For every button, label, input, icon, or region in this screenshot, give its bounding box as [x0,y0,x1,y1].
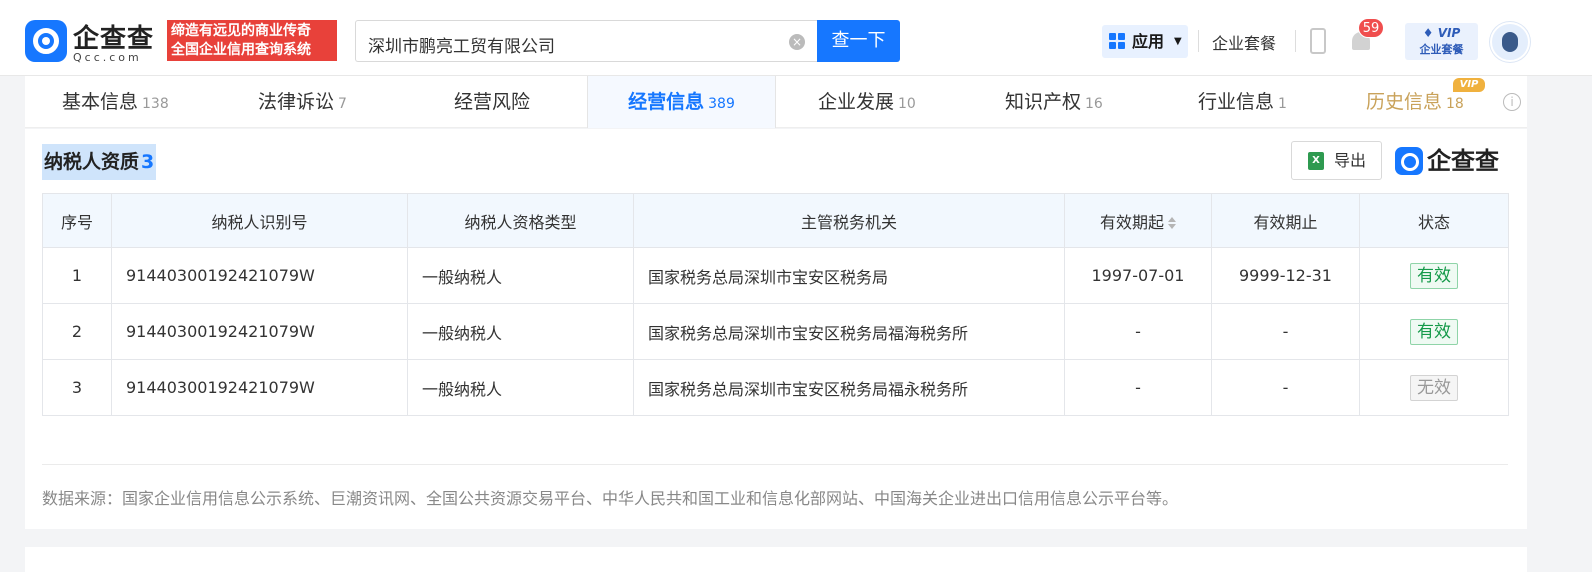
tab-operating-risk[interactable]: 经营风险 [454,76,530,128]
cell-tax-id: 91440300192421079W [111,247,408,304]
sort-icon[interactable] [1168,216,1176,229]
cell-no: 2 [42,303,112,360]
cell-status: 有效 [1359,303,1509,360]
cell-no: 1 [42,247,112,304]
logo-text: 企查查 [73,24,155,54]
col-header-no: 序号 [42,193,112,248]
cell-authority: 国家税务总局深圳市宝安区税务局 [633,247,1065,304]
vip-tag: VIP [1453,78,1485,92]
main-tab-bar: 基本信息 138 法律诉讼 7 经营风险 经营信息 389 企业发展 10 知识产权 16… [25,76,1527,128]
table-row: 2 91440300192421079W 一般纳税人 国家税务总局深圳市宝安区税… [42,303,1509,360]
col-header-type: 纳税人资格类型 [407,193,634,248]
vip-package-label: 企业套餐 [1419,43,1464,56]
tab-enterprise-development[interactable]: 企业发展 10 [818,76,916,128]
cell-start-date: - [1064,359,1212,416]
app-menu-button[interactable]: 应用 ▼ [1102,25,1188,58]
cell-end-date: - [1211,303,1360,360]
chevron-down-icon: ▼ [1174,36,1182,47]
cell-type: 一般纳税人 [407,247,634,304]
status-badge: 无效 [1410,374,1458,401]
cell-no: 3 [42,359,112,416]
user-avatar[interactable] [1490,22,1530,62]
logo-subtext: Qcc.com [73,51,142,64]
cell-tax-id: 91440300192421079W [111,359,408,416]
section-count: 3 [141,151,155,173]
table-row: 1 91440300192421079W 一般纳税人 国家税务总局深圳市宝安区税… [42,247,1509,304]
taxpayer-qualification-panel: 纳税人资质 3 X 导出 企查查 序号 纳税人识别号 纳税人资格类型 主管税务机关… [25,129,1527,529]
taxpayer-table: 序号 纳税人识别号 纳税人资格类型 主管税务机关 有效期起 有效期止 状态 1 … [42,193,1509,416]
tab-intellectual-property[interactable]: 知识产权 16 [1005,76,1103,128]
section-title-text: 纳税人资质 [44,151,140,173]
status-badge: 有效 [1410,318,1458,345]
tab-legal-litigation[interactable]: 法律诉讼 7 [258,76,347,128]
divider [42,464,1508,465]
vip-enterprise-button[interactable]: ♦ VIP 企业套餐 [1405,23,1478,60]
col-header-tax-id: 纳税人识别号 [111,193,408,248]
header-divider [1198,30,1199,52]
tab-industry-info[interactable]: 行业信息 1 [1198,76,1287,128]
cell-authority: 国家税务总局深圳市宝安区税务局福永税务所 [633,359,1065,416]
cell-start-date: 1997-07-01 [1064,247,1212,304]
apps-grid-icon [1109,33,1126,50]
next-section-card [25,547,1527,572]
qcc-watermark-logo: 企查查 [1395,145,1510,177]
header-divider [1295,30,1296,52]
col-header-end-date: 有效期止 [1211,193,1360,248]
cell-end-date: 9999-12-31 [1211,247,1360,304]
section-title: 纳税人资质 3 [42,144,157,180]
cell-end-date: - [1211,359,1360,416]
slogan-banner: 缔造有远见的商业传奇 全国企业信用查询系统 [167,20,337,61]
tab-operating-info[interactable]: 经营信息 389 [587,76,776,128]
notification-badge: 59 [1358,18,1384,38]
top-header: 企查查 Qcc.com 缔造有远见的商业传奇 全国企业信用查询系统 深圳市鹏亮工… [0,0,1592,76]
slogan-line-1: 缔造有远见的商业传奇 [171,23,311,39]
cell-authority: 国家税务总局深圳市宝安区税务局福海税务所 [633,303,1065,360]
enterprise-package-link[interactable]: 企业套餐 [1212,30,1276,54]
col-header-start-date[interactable]: 有效期起 [1064,193,1212,248]
search-input-value: 深圳市鹏亮工贸有限公司 [368,37,555,57]
status-badge: 有效 [1410,262,1458,289]
cell-type: 一般纳税人 [407,303,634,360]
col-header-authority: 主管税务机关 [633,193,1065,248]
slogan-line-2: 全国企业信用查询系统 [171,42,311,58]
logo-icon [25,20,67,62]
help-icon[interactable]: i [1503,93,1521,111]
cell-start-date: - [1064,303,1212,360]
mobile-phone-icon[interactable] [1310,28,1326,54]
export-label: 导出 [1334,151,1367,170]
logo-icon [1395,147,1423,175]
table-row: 3 91440300192421079W 一般纳税人 国家税务总局深圳市宝安区税… [42,359,1509,416]
watermark-logo-text: 企查查 [1427,147,1499,175]
qcc-logo[interactable]: 企查查 Qcc.com [25,18,165,64]
excel-icon: X [1308,152,1324,170]
data-source-note: 数据来源：国家企业信用信息公示系统、巨潮资讯网、全国公共资源交易平台、中华人民共… [42,489,1179,508]
tab-history-info[interactable]: 历史信息 18 [1366,76,1464,128]
table-header-row: 序号 纳税人识别号 纳税人资格类型 主管税务机关 有效期起 有效期止 状态 [42,193,1509,248]
search-button[interactable]: 查一下 [817,20,900,62]
export-button[interactable]: X 导出 [1291,141,1382,180]
cell-status: 无效 [1359,359,1509,416]
app-menu-label: 应用 [1132,32,1165,51]
cell-tax-id: 91440300192421079W [111,303,408,360]
cell-status: 有效 [1359,247,1509,304]
vip-label: ♦ VIP [1422,26,1461,40]
cell-type: 一般纳税人 [407,359,634,416]
clear-icon[interactable]: × [789,34,805,50]
tab-basic-info[interactable]: 基本信息 138 [62,76,169,128]
col-header-status: 状态 [1359,193,1509,248]
search-input[interactable]: 深圳市鹏亮工贸有限公司 × [355,20,817,62]
